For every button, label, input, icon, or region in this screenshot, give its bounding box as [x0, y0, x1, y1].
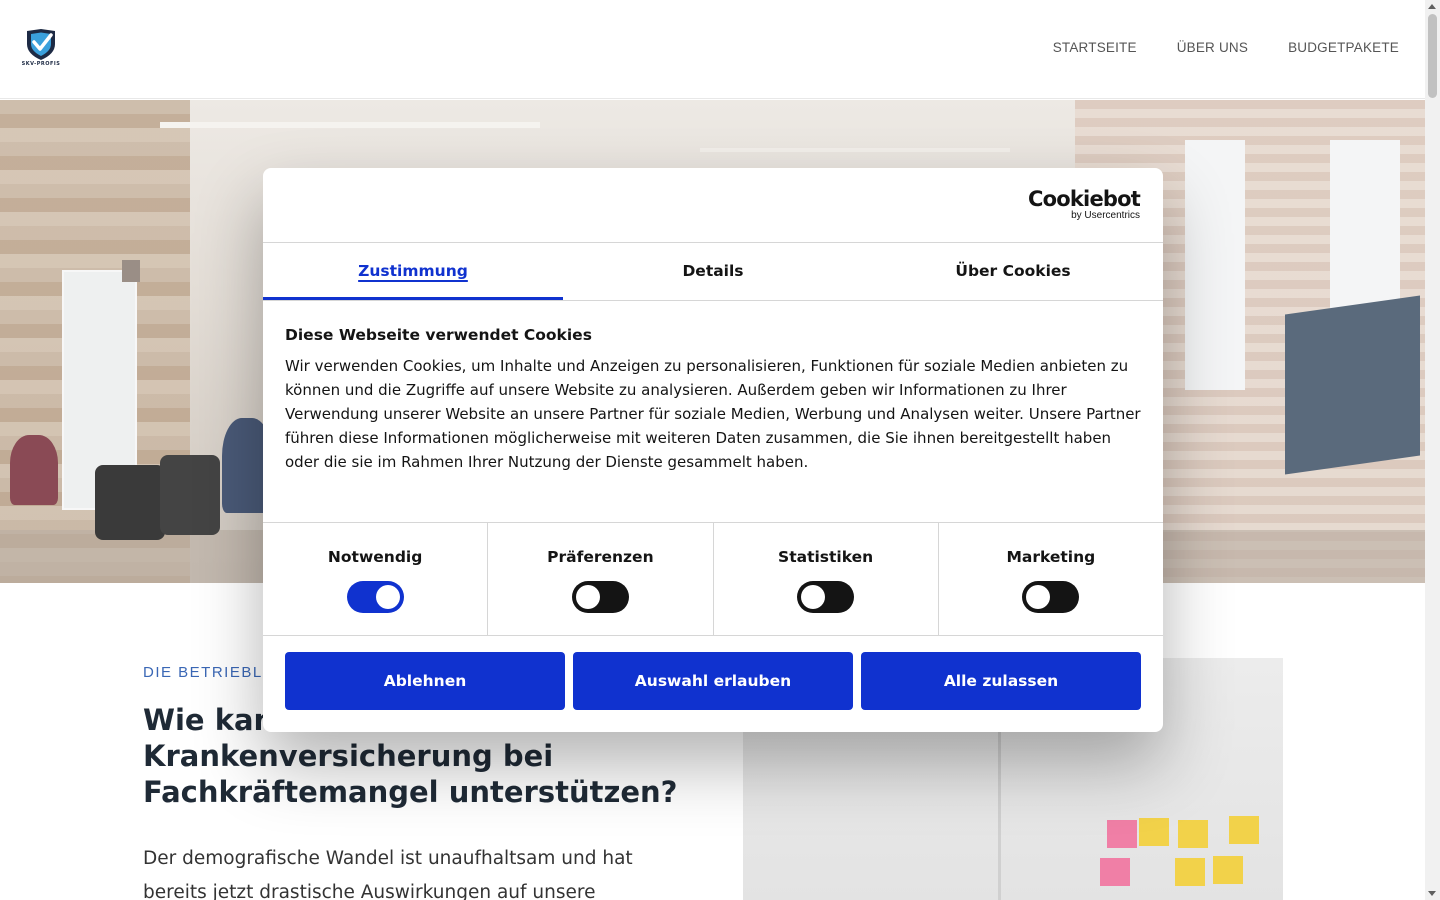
allow-all-button[interactable]: Alle zulassen [861, 652, 1141, 710]
cookiebot-brand: Cookiebot [1028, 187, 1141, 211]
dialog-buttons: Ablehnen Auswahl erlauben Alle zulassen [263, 636, 1163, 710]
dialog-tabs: Zustimmung Details Über Cookies [263, 243, 1163, 301]
dialog-body: Diese Webseite verwendet Cookies Wir ver… [263, 301, 1163, 523]
toggle-label-notwendig: Notwendig [327, 548, 423, 566]
dialog-header: Cookiebot by Usercentrics [263, 168, 1163, 243]
toggle-cell-notwendig: Notwendig [263, 523, 489, 635]
cookiebot-brand-sub: by Usercentrics [1071, 210, 1140, 221]
toggle-knob [575, 585, 600, 609]
dialog-title: Diese Webseite verwendet Cookies [285, 326, 592, 344]
toggle-cell-marketing: Marketing [939, 523, 1163, 635]
cookiebot-logo[interactable]: Cookiebot by Usercentrics [1028, 187, 1141, 222]
consent-toggles: Notwendig Präferenzen Statistiken Market… [263, 523, 1163, 636]
toggle-label-statistiken: Statistiken [778, 548, 874, 566]
toggle-praeferenzen[interactable] [571, 581, 629, 613]
scroll-down-arrow-icon[interactable] [1428, 891, 1436, 896]
scroll-up-arrow-icon[interactable] [1428, 4, 1436, 9]
toggle-cell-statistiken: Statistiken [714, 523, 939, 635]
toggle-notwendig[interactable] [346, 581, 404, 613]
toggle-statistiken[interactable] [797, 581, 855, 613]
decline-button[interactable]: Ablehnen [285, 652, 565, 710]
cookie-consent-dialog: Cookiebot by Usercentrics Zustimmung Det… [263, 168, 1163, 732]
toggle-knob [1026, 585, 1051, 609]
toggle-knob [375, 585, 400, 609]
tab-ueber-cookies[interactable]: Über Cookies [863, 243, 1163, 300]
toggle-marketing[interactable] [1022, 581, 1080, 613]
scroll-thumb[interactable] [1428, 14, 1437, 98]
toggle-label-praeferenzen: Präferenzen [547, 548, 654, 566]
page-scrollbar[interactable] [1425, 0, 1440, 900]
allow-selection-button[interactable]: Auswahl erlauben [573, 652, 853, 710]
toggle-label-marketing: Marketing [1006, 548, 1096, 566]
tab-details[interactable]: Details [563, 243, 863, 300]
toggle-cell-praeferenzen: Präferenzen [488, 523, 714, 635]
toggle-knob [801, 585, 826, 609]
dialog-description: Wir verwenden Cookies, um Inhalte und An… [285, 357, 1141, 471]
tab-zustimmung[interactable]: Zustimmung [263, 243, 563, 300]
